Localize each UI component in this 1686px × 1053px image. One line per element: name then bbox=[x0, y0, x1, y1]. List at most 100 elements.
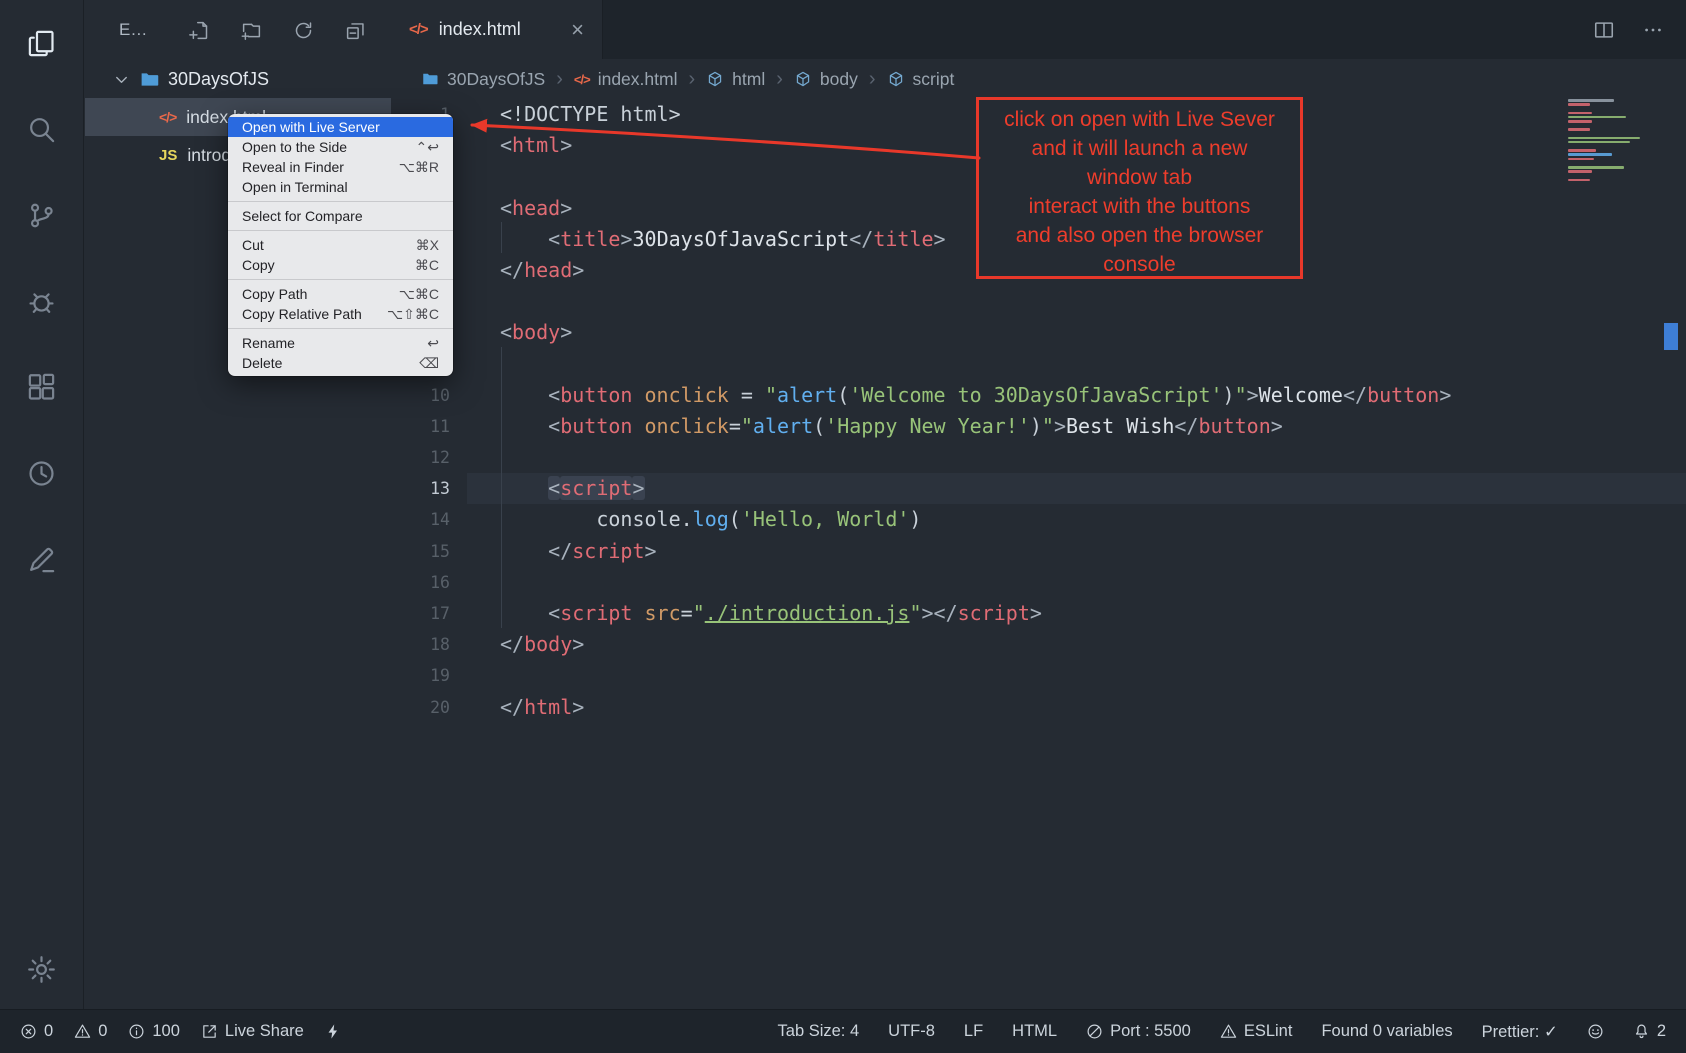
minimap-line bbox=[1568, 166, 1624, 169]
status-0[interactable]: 0 bbox=[74, 1022, 107, 1041]
line-number: 18 bbox=[391, 629, 450, 660]
status-found-0-variables[interactable]: Found 0 variables bbox=[1321, 1022, 1452, 1041]
minimap-line bbox=[1568, 120, 1592, 123]
menu-item-open-to-the-side[interactable]: Open to the Side⌃↩ bbox=[228, 137, 453, 157]
line-number: 15 bbox=[391, 536, 450, 567]
status-utf-8[interactable]: UTF-8 bbox=[888, 1022, 935, 1041]
status-label: Live Share bbox=[225, 1022, 304, 1041]
minimap-line bbox=[1568, 170, 1592, 173]
menu-item-label: Select for Compare bbox=[242, 208, 427, 224]
close-icon[interactable]: × bbox=[571, 19, 584, 41]
status-lf[interactable]: LF bbox=[964, 1022, 983, 1041]
line-content: <script src="./introduction.js"></script… bbox=[450, 598, 1042, 629]
line-content: console.log('Hello, World') bbox=[450, 504, 921, 535]
menu-item-rename[interactable]: Rename↩ bbox=[228, 333, 453, 353]
status-smiley[interactable] bbox=[1587, 1023, 1604, 1040]
menu-item-copy-path[interactable]: Copy Path⌥⌘C bbox=[228, 284, 453, 304]
status-prettier[interactable]: Prettier: ✓ bbox=[1482, 1022, 1558, 1042]
minimap[interactable] bbox=[1568, 99, 1660, 181]
clock-icon bbox=[26, 458, 57, 489]
search-icon bbox=[26, 114, 57, 145]
live-share-icon bbox=[201, 1023, 218, 1040]
activity-explorer[interactable] bbox=[18, 19, 66, 67]
annotation-line: window tab bbox=[979, 163, 1300, 192]
menu-item-label: Reveal in Finder bbox=[242, 159, 387, 175]
breadcrumb-separator: › bbox=[869, 68, 876, 91]
code-line-18[interactable]: 18</body> bbox=[391, 629, 1686, 660]
code-line-8[interactable]: 8<body> bbox=[391, 317, 1686, 348]
status-0[interactable]: 0 bbox=[20, 1022, 53, 1041]
menu-item-open-with-live-server[interactable]: Open with Live Server bbox=[228, 117, 453, 137]
code-line-16[interactable]: 16 bbox=[391, 567, 1686, 598]
line-content: <button onclick="alert('Happy New Year!'… bbox=[450, 411, 1283, 442]
activity-search[interactable] bbox=[18, 105, 66, 153]
explorer-title: E… bbox=[119, 20, 147, 40]
breadcrumb-30daysofjs[interactable]: 30DaysOfJS bbox=[421, 69, 545, 90]
activity-debug[interactable] bbox=[18, 277, 66, 325]
status-port-5500[interactable]: Port : 5500 bbox=[1086, 1022, 1191, 1041]
minimap-line bbox=[1568, 116, 1626, 119]
code-line-17[interactable]: 17 <script src="./introduction.js"></scr… bbox=[391, 598, 1686, 629]
minimap-line bbox=[1568, 103, 1590, 106]
indent-guide bbox=[501, 347, 502, 628]
breadcrumb-body[interactable]: body bbox=[794, 69, 858, 90]
menu-item-label: Open to the Side bbox=[242, 139, 404, 155]
cube-icon bbox=[706, 70, 724, 88]
new-folder-icon[interactable] bbox=[241, 20, 262, 41]
menu-item-label: Copy bbox=[242, 257, 403, 273]
status-100[interactable]: 100 bbox=[128, 1022, 180, 1041]
tab-bar: </> index.html × bbox=[391, 0, 1686, 59]
menu-item-cut[interactable]: Cut⌘X bbox=[228, 235, 453, 255]
collapse-all-icon[interactable] bbox=[345, 20, 366, 41]
port-slash-icon bbox=[1086, 1023, 1103, 1040]
folder-label: 30DaysOfJS bbox=[168, 69, 269, 90]
activity-extensions[interactable] bbox=[18, 363, 66, 411]
code-line-9[interactable]: 9 bbox=[391, 349, 1686, 380]
status-lightning[interactable] bbox=[325, 1023, 342, 1040]
code-line-20[interactable]: 20</html> bbox=[391, 692, 1686, 723]
smiley-icon bbox=[1587, 1023, 1604, 1040]
minimap-line bbox=[1568, 153, 1612, 156]
error-circle-icon bbox=[20, 1023, 37, 1040]
html-file-icon: </> bbox=[159, 109, 176, 125]
menu-item-delete[interactable]: Delete⌫ bbox=[228, 353, 453, 373]
menu-item-copy-relative-path[interactable]: Copy Relative Path⌥⇧⌘C bbox=[228, 304, 453, 324]
overview-ruler-marker bbox=[1664, 323, 1678, 350]
folder-30daysofjs[interactable]: 30DaysOfJS bbox=[85, 60, 391, 98]
activity-settings-gear[interactable] bbox=[18, 945, 66, 993]
code-line-13[interactable]: 13 <script> bbox=[391, 473, 1686, 504]
breadcrumb-script[interactable]: script bbox=[887, 69, 955, 90]
code-line-11[interactable]: 11 <button onclick="alert('Happy New Yea… bbox=[391, 411, 1686, 442]
split-editor-icon[interactable] bbox=[1593, 19, 1615, 41]
code-line-15[interactable]: 15 </script> bbox=[391, 536, 1686, 567]
breadcrumb-index-html[interactable]: </>index.html bbox=[574, 69, 678, 90]
status-label: Prettier: ✓ bbox=[1482, 1022, 1558, 1042]
status-label: Found 0 variables bbox=[1321, 1022, 1452, 1041]
code-line-19[interactable]: 19 bbox=[391, 660, 1686, 691]
menu-item-open-in-terminal[interactable]: Open in Terminal bbox=[228, 177, 453, 197]
menu-item-select-for-compare[interactable]: Select for Compare bbox=[228, 206, 453, 226]
activity-source-control[interactable] bbox=[18, 191, 66, 239]
menu-item-reveal-in-finder[interactable]: Reveal in Finder⌥⌘R bbox=[228, 157, 453, 177]
code-line-12[interactable]: 12 bbox=[391, 442, 1686, 473]
activity-feedback-pen[interactable] bbox=[18, 535, 66, 583]
info-circle-icon bbox=[128, 1023, 145, 1040]
code-line-7[interactable]: 7 bbox=[391, 286, 1686, 317]
new-file-icon[interactable] bbox=[189, 20, 210, 41]
status-tab-size-4[interactable]: Tab Size: 4 bbox=[778, 1022, 860, 1041]
line-content bbox=[450, 286, 500, 317]
status-eslint[interactable]: ESLint bbox=[1220, 1022, 1293, 1041]
tab-index-html[interactable]: </> index.html × bbox=[391, 0, 603, 59]
code-line-10[interactable]: 10 <button onclick = "alert('Welcome to … bbox=[391, 380, 1686, 411]
status-html[interactable]: HTML bbox=[1012, 1022, 1057, 1041]
status-live-share[interactable]: Live Share bbox=[201, 1022, 304, 1041]
menu-item-copy[interactable]: Copy⌘C bbox=[228, 255, 453, 275]
menu-separator bbox=[228, 230, 453, 231]
more-actions-icon[interactable] bbox=[1642, 19, 1664, 41]
activity-clock[interactable] bbox=[18, 449, 66, 497]
annotation-line: console bbox=[979, 250, 1300, 279]
refresh-icon[interactable] bbox=[293, 20, 314, 41]
status-2[interactable]: 2 bbox=[1633, 1022, 1666, 1041]
code-line-14[interactable]: 14 console.log('Hello, World') bbox=[391, 504, 1686, 535]
breadcrumb-html[interactable]: html bbox=[706, 69, 765, 90]
